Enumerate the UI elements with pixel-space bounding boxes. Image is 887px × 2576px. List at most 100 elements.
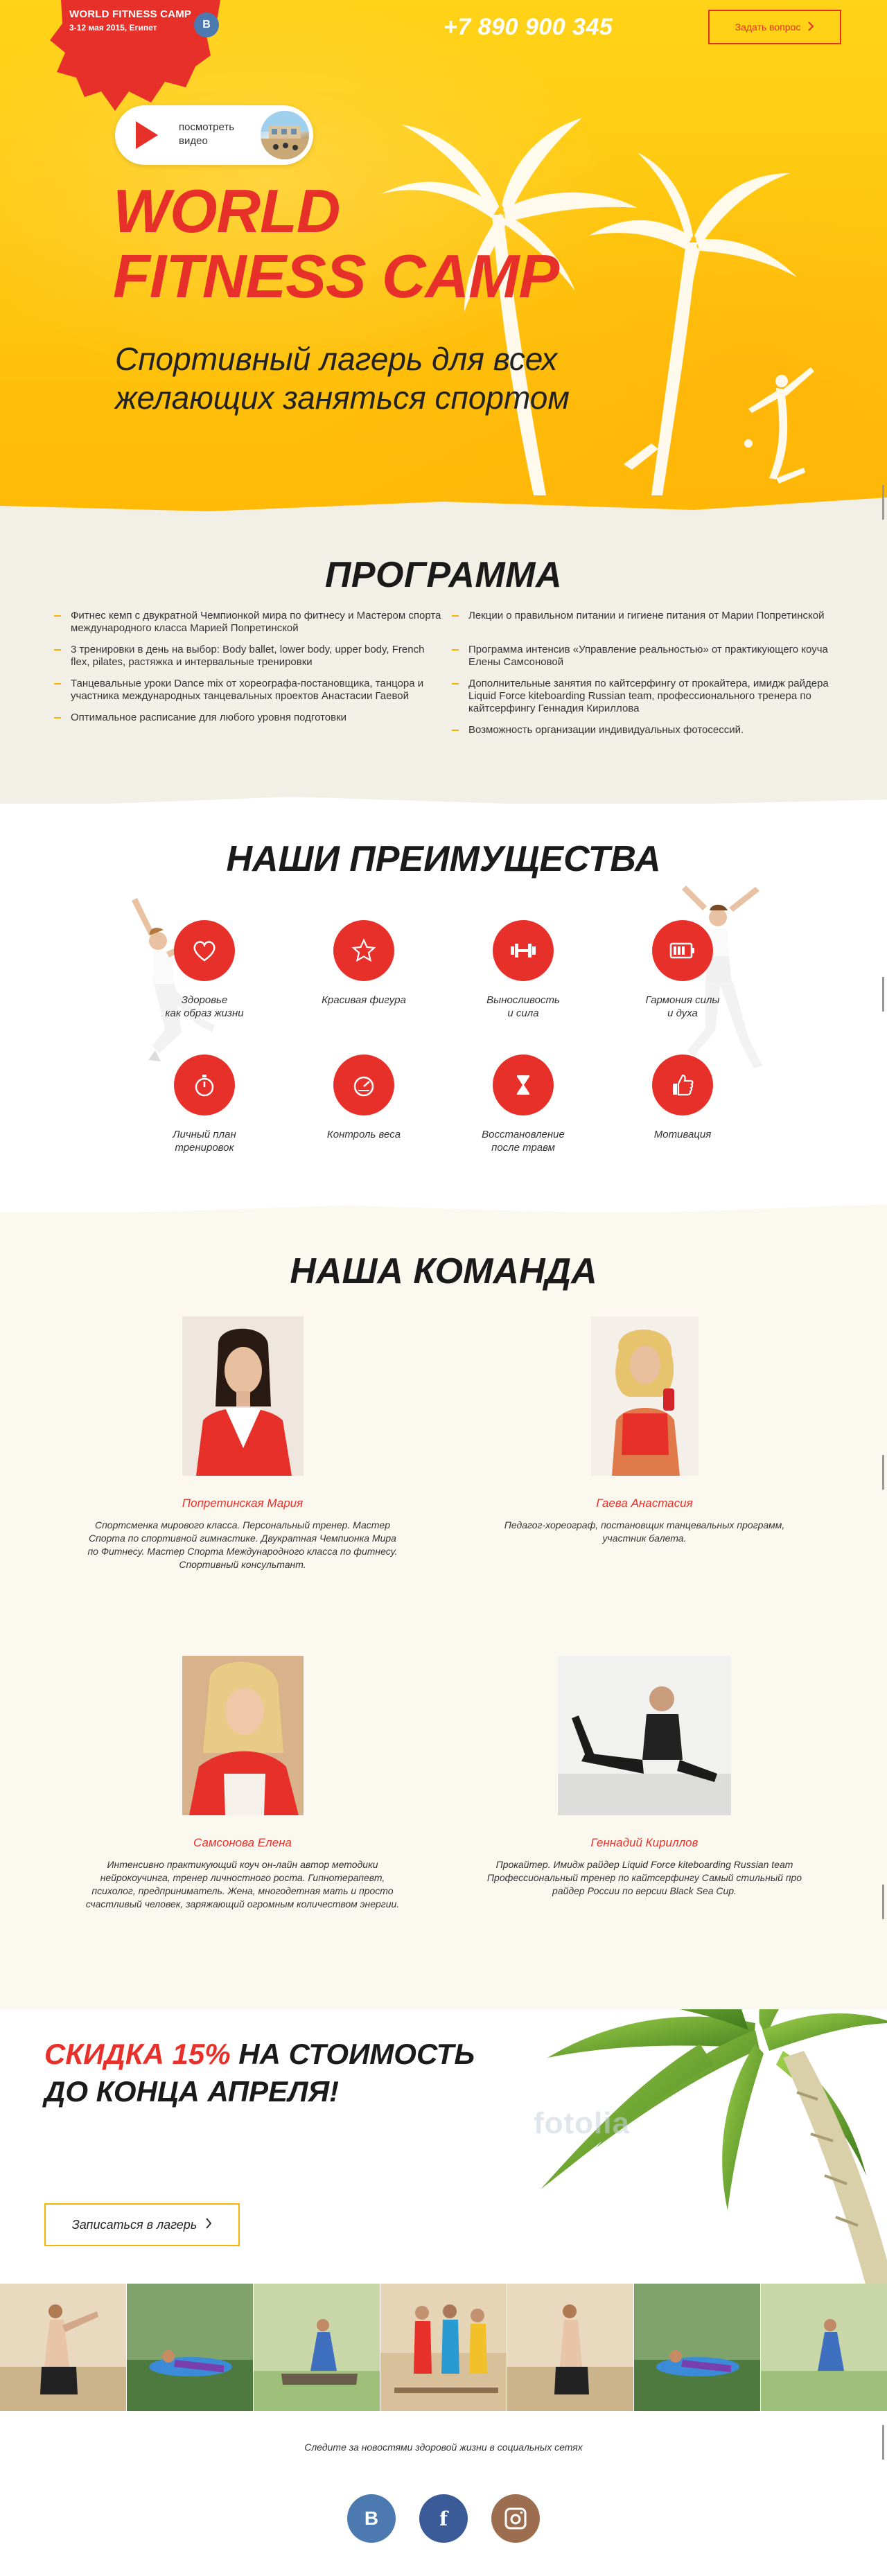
program-list-left: Фитнес кемп с двукратной Чемпионкой мира… [54,610,442,746]
program-item: Программа интенсив «Управление реальност… [452,644,840,669]
heart-icon [174,920,235,981]
program-item: Оптимальное расписание для любого уровня… [54,712,442,736]
advantage-weight: Контроль веса [301,1055,426,1141]
team-member-card: Геннадий Кириллов Прокайтер. Имидж райде… [485,1656,804,1898]
advantage-label: Гармония силы и духа [645,994,720,1019]
logo-title: WORLD FITNESS CAMP [69,8,192,20]
thumbs-up-icon [652,1055,713,1115]
star-icon [333,920,394,981]
member-description: Педагог-хореограф, постановщик танцеваль… [504,1519,785,1544]
social-links: В f [0,2494,887,2543]
footer: Следите за новостями здоровой жизни в со… [0,2411,887,2576]
vk-icon[interactable]: В [347,2494,396,2543]
program-item: Фитнес кемп с двукратной Чемпионкой мира… [54,610,442,635]
social-caption: Следите за новостями здоровой жизни в со… [304,2442,583,2453]
gallery-photo[interactable] [380,2284,507,2411]
hero-subtitle-line1: Спортивный лагерь для всех [115,341,558,377]
team-title: НАША КОМАНДА [290,1251,597,1291]
hero-title-line1: WORLD [113,177,340,245]
member-name: Гаева Анастасия [596,1497,693,1510]
logo-dates: 3-12 мая 2015, Египет [69,23,157,33]
member-name: Геннадий Кириллов [590,1836,699,1849]
program-list-right: Лекции о правильном питании и гигиене пи… [452,610,840,758]
advantages-title: НАШИ ПРЕИМУЩЕСТВА [226,839,661,879]
program-item: Танцевальные уроки Dance mix от хореогра… [54,678,442,703]
video-thumbnail [261,111,309,159]
chevron-right-icon [807,21,814,34]
advantages-section: НАШИ ПРЕИМУЩЕСТВА Здоровье как образ жизн… [0,797,887,1219]
member-photo [590,1316,699,1476]
section-divider [0,1204,887,1222]
member-photo [558,1656,731,1815]
advantage-endurance: Выносливость и сила [461,920,586,1020]
advantage-plan: Личный план тренировок [142,1055,267,1154]
logo[interactable]: WORLD FITNESS CAMP 3-12 мая 2015, Египет [69,8,191,33]
ask-question-label: Задать вопрос [735,21,801,33]
program-item: Возможность организации индивидуальных ф… [452,724,840,749]
discount-section: fotolia СКИДКА 15% НА СТОИМОСТЬ ДО КОНЦА… [0,2009,887,2286]
program-item: Лекции о правильном питании и гигиене пи… [452,610,840,635]
gauge-icon [333,1055,394,1115]
watch-video-button[interactable]: посмотреть видео [115,105,313,165]
chevron-right-icon [205,2217,212,2233]
member-photo [182,1656,304,1815]
team-member-card: Самсонова Елена Интенсивно практикующий … [83,1656,402,1911]
team-member-card: Гаева Анастасия Педагог-хореограф, поста… [485,1316,804,1545]
signup-label: Записаться в лагерь [71,2217,197,2232]
advantage-figure: Красивая фигура [301,920,426,1007]
photo-gallery [0,2284,887,2411]
advantage-label: Восстановление после травм [482,1129,565,1154]
member-name: Попретинская Мария [182,1497,304,1510]
ask-question-button[interactable]: Задать вопрос [708,10,841,44]
member-name: Самсонова Елена [193,1836,292,1849]
gallery-photo[interactable] [254,2284,380,2411]
vk-badge[interactable]: В [194,12,219,37]
dumbbell-icon [493,920,554,981]
advantage-label: Здоровье как образ жизни [165,994,244,1019]
section-divider [0,797,887,813]
scroll-marker[interactable] [882,2425,884,2460]
hero-section: WORLD FITNESS CAMP 3-12 мая 2015, Египет… [0,0,887,527]
member-photo [182,1316,304,1476]
scroll-marker[interactable] [882,485,884,520]
palm-trees-illustration [381,118,814,495]
advantage-harmony: Гармония силы и духа [620,920,745,1020]
team-section: НАША КОМАНДА Попретинская Мария Спортсме… [0,1204,887,2016]
gallery-photo[interactable] [634,2284,761,2411]
member-description: Спортсменка мирового класса. Персональны… [87,1519,398,1570]
hourglass-icon [493,1055,554,1115]
discount-percent: СКИДКА 15% [44,2038,231,2070]
advantage-label: Мотивация [653,1129,712,1140]
discount-text-line2: ДО КОНЦА АПРЕЛЯ! [44,2075,340,2108]
phone-number[interactable]: +7 890 900 345 [444,14,613,41]
watch-video-label: посмотреть видео [179,121,235,147]
gallery-photo[interactable] [761,2284,887,2411]
signup-button[interactable]: Записаться в лагерь [44,2203,240,2246]
advantage-label: Личный план тренировок [173,1129,236,1154]
facebook-icon[interactable]: f [419,2494,468,2543]
member-description: Прокайтер. Имидж райдер Liquid Force kit… [486,1859,802,1896]
program-item: 3 тренировки в день на выбор: Body balle… [54,644,442,669]
team-member-card: Попретинская Мария Спортсменка мирового … [83,1316,402,1571]
instagram-icon[interactable] [491,2494,540,2543]
member-description: Интенсивно практикующий коуч он-лайн авт… [85,1859,400,1909]
scroll-marker[interactable] [882,1455,884,1490]
watermark: fotolia [534,2106,630,2140]
scroll-marker[interactable] [882,1885,884,1919]
gallery-photo[interactable] [507,2284,634,2411]
gallery-photo[interactable] [127,2284,254,2411]
program-item: Дополнительные занятия по кайтсерфингу о… [452,678,840,715]
advantage-recovery: Восстановление после травм [461,1055,586,1154]
program-title: ПРОГРАММА [324,555,563,595]
stopwatch-icon [174,1055,235,1115]
advantage-label: Выносливость и сила [486,994,560,1019]
discount-text-line1: НА СТОИМОСТЬ [230,2038,475,2070]
discount-headline: СКИДКА 15% НА СТОИМОСТЬ ДО КОНЦА АПРЕЛЯ! [44,2036,475,2110]
scroll-marker[interactable] [882,977,884,1012]
advantage-label: Контроль веса [326,1129,401,1140]
hero-subtitle-line2: желающих заняться спортом [115,380,570,416]
advantage-motivation: Мотивация [620,1055,745,1141]
play-icon [125,114,166,156]
gallery-photo[interactable] [0,2284,127,2411]
advantage-label: Красивая фигура [322,994,406,1006]
